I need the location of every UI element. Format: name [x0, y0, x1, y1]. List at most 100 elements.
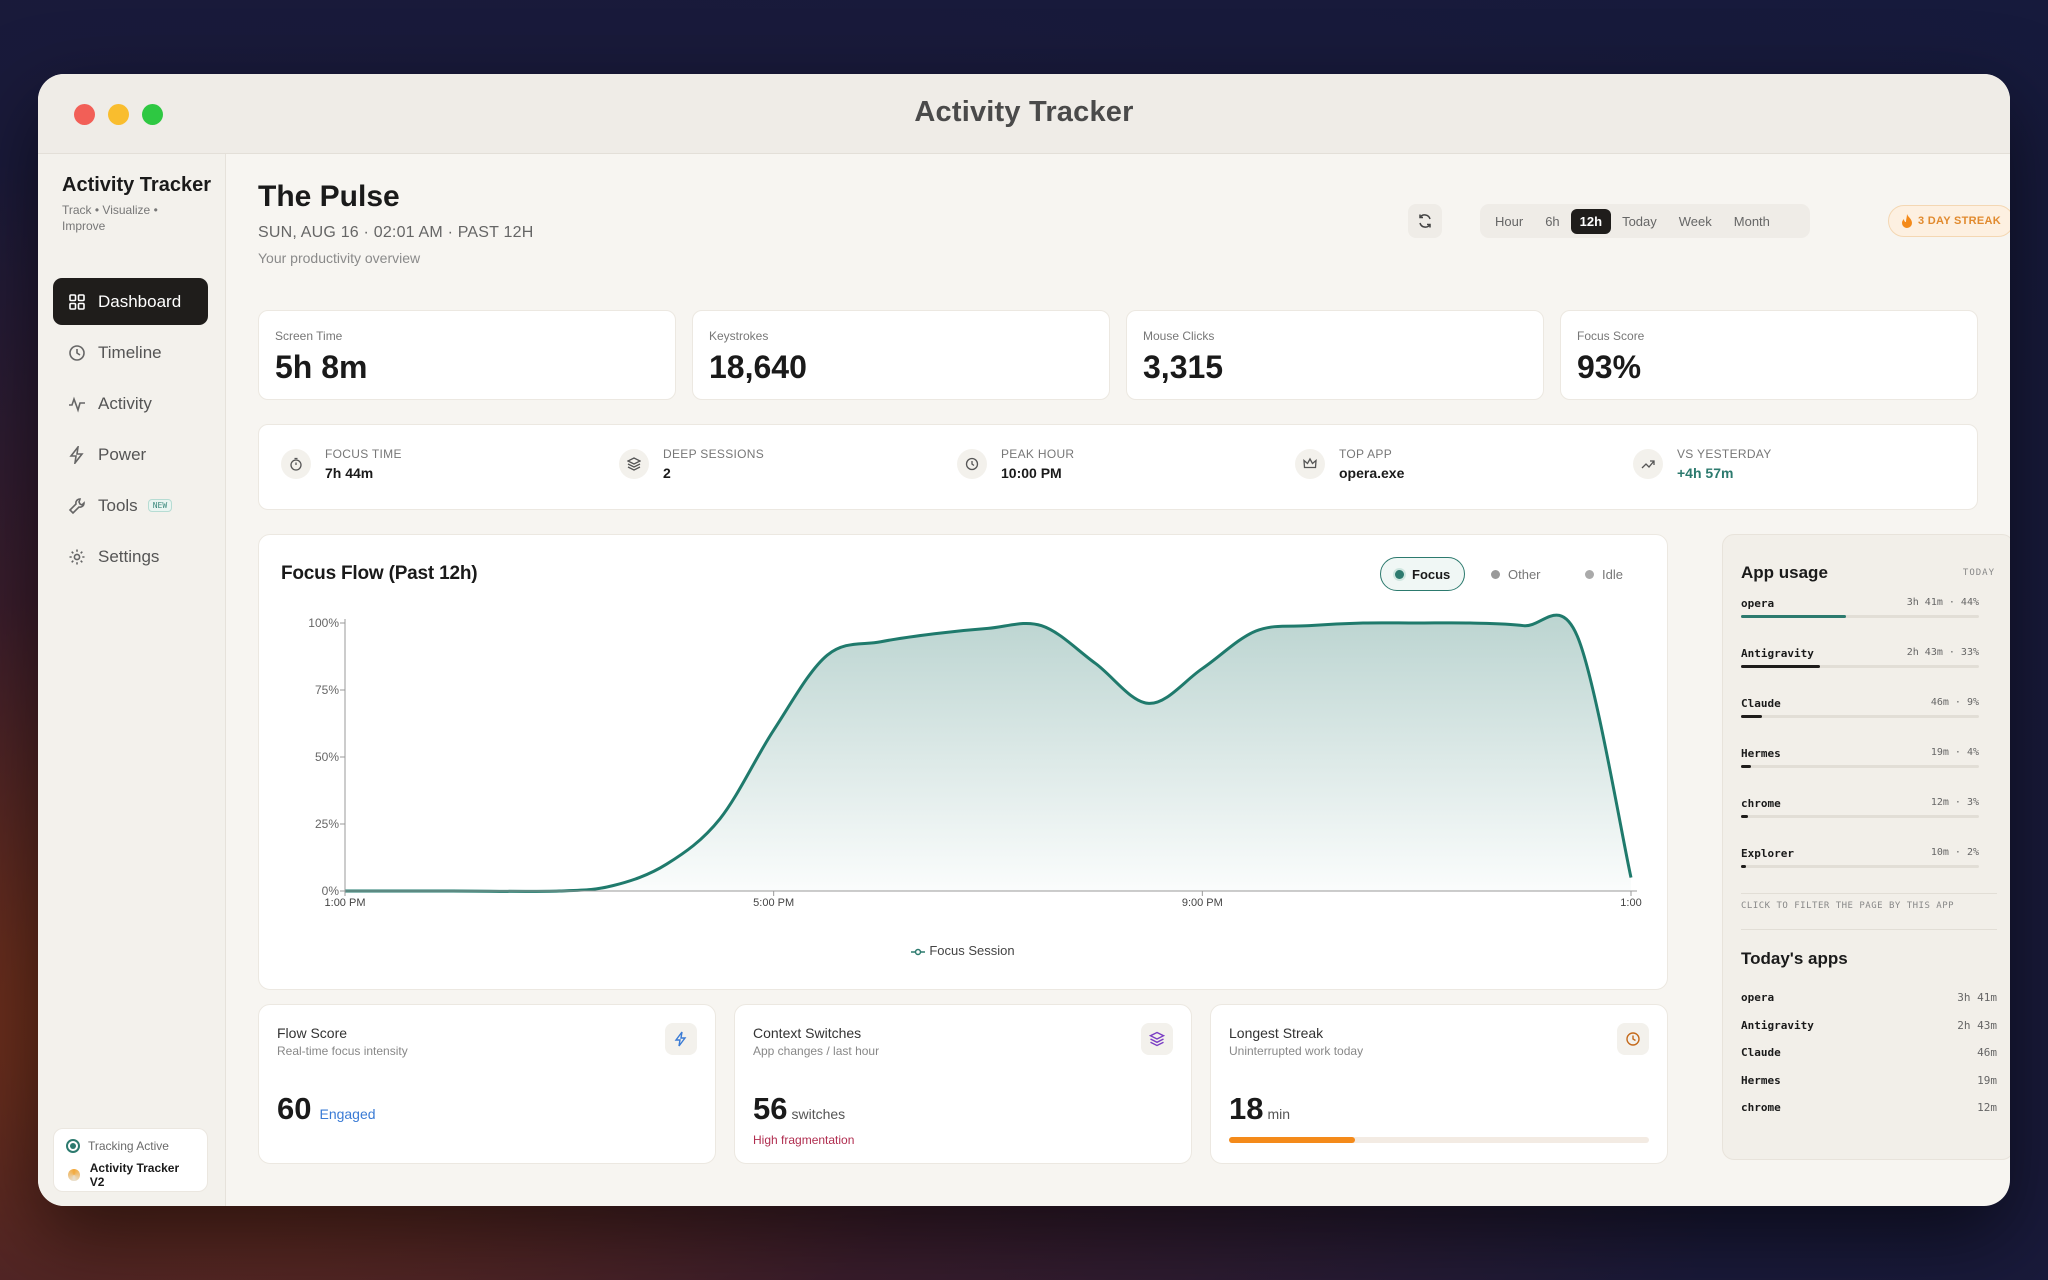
- layers-icon: [1141, 1023, 1173, 1055]
- app-usage-row[interactable]: Claude 46m · 9%: [1741, 697, 1979, 718]
- longest-streak-value: 18: [1229, 1091, 1264, 1126]
- refresh-button[interactable]: [1408, 204, 1442, 238]
- app-usage-row[interactable]: chrome 12m · 3%: [1741, 797, 1979, 818]
- app-time-share: 46m · 9%: [1930, 697, 1979, 708]
- streak-progress-track: [1229, 1137, 1649, 1143]
- range-6h-button[interactable]: 6h: [1534, 209, 1570, 234]
- grid-icon: [69, 293, 85, 310]
- sidebar-item-label: Activity: [98, 393, 152, 413]
- app-usage-row[interactable]: Antigravity 2h 43m · 33%: [1741, 647, 1979, 668]
- tracking-indicator-icon: [66, 1139, 80, 1153]
- range-12h-button[interactable]: 12h: [1570, 208, 1612, 234]
- pulse-icon: [69, 396, 85, 413]
- app-usage-hint: CLICK TO FILTER THE PAGE BY THIS APP: [1741, 901, 1955, 911]
- streak-progress-fill: [1229, 1137, 1355, 1143]
- x-tick-label: 1:00: [1620, 897, 1641, 909]
- streak-label: 3 DAY STREAK: [1917, 215, 2002, 227]
- app-name: Antigravity: [1741, 1018, 1814, 1032]
- app-time: 46m: [1977, 1046, 1997, 1059]
- summary-peak-hour: PEAK HOUR 10:00 PM: [957, 447, 1074, 481]
- todays-app-row[interactable]: Claude 46m: [1741, 1046, 1997, 1059]
- summary-label: VS YESTERDAY: [1677, 447, 1772, 461]
- flow-score-card: Flow Score Real-time focus intensity 60 E…: [258, 1004, 716, 1164]
- todays-app-row[interactable]: opera 3h 41m: [1741, 991, 1997, 1004]
- focus-flow-chart: 0% 25% 50% 75% 100% 1:00 PM 5:00 PM 9:00 PM 1:00: [308, 613, 1642, 909]
- sidebar-item-dashboard[interactable]: Dashboard: [53, 278, 208, 325]
- app-time-share: 10m · 2%: [1930, 847, 1979, 858]
- summary-value: 7h 44m: [325, 465, 374, 481]
- sidebar-item-label: Timeline: [98, 342, 162, 362]
- range-hour-button[interactable]: Hour: [1484, 209, 1534, 234]
- sidebar-item-tools[interactable]: Tools NEW: [53, 482, 208, 529]
- app-version: Activity Tracker V2: [89, 1161, 180, 1189]
- stat-label: Focus Score: [1577, 329, 1645, 343]
- clock-icon: [69, 344, 85, 361]
- sidebar-item-settings[interactable]: Settings: [53, 533, 208, 580]
- app-usage-bar-track: [1741, 665, 1979, 668]
- sidebar-item-power[interactable]: Power: [53, 431, 208, 478]
- y-tick-label: 75%: [315, 683, 339, 697]
- new-badge: NEW: [147, 499, 173, 512]
- stat-label: Keystrokes: [709, 329, 769, 343]
- page-date: SUN, AUG 16 · 02:01 AM · PAST 12H: [258, 224, 534, 241]
- app-time-share: 12m · 3%: [1930, 797, 1979, 808]
- series-name: Focus Session: [929, 943, 1015, 958]
- flow-score-tag: Engaged: [319, 1106, 376, 1122]
- range-month-button[interactable]: Month: [1723, 209, 1781, 234]
- app-usage-bar-track: [1741, 765, 1979, 768]
- app-usage-row[interactable]: Explorer 10m · 2%: [1741, 847, 1979, 868]
- metric-subtitle: Real-time focus intensity: [277, 1044, 408, 1058]
- tracking-status-card[interactable]: Tracking Active Activity Tracker V2: [53, 1128, 208, 1192]
- sidebar-item-timeline[interactable]: Timeline: [53, 329, 208, 376]
- app-usage-bar-track: [1741, 865, 1979, 868]
- app-usage-bar-track: [1741, 615, 1979, 618]
- app-usage-bar-fill: [1741, 715, 1763, 718]
- app-usage-bar-fill: [1741, 865, 1746, 868]
- stat-card-screen-time: Screen Time 5h 8m: [258, 310, 676, 400]
- summary-bar: FOCUS TIME 7h 44m DEEP SESSIONS 2 PEAK HOU…: [258, 424, 1978, 510]
- context-switches-card: Context Switches App changes / last hour…: [734, 1004, 1192, 1164]
- bolt-icon: [69, 445, 84, 464]
- gear-icon: [69, 549, 85, 564]
- metric-subtitle: Uninterrupted work today: [1229, 1044, 1364, 1058]
- summary-value: 2: [663, 465, 671, 481]
- y-tick-label: 50%: [315, 750, 339, 764]
- summary-vs-yesterday: VS YESTERDAY +4h 57m: [1633, 447, 1772, 481]
- chart-bottom-legend: Focus Session: [259, 943, 1667, 958]
- todays-app-row[interactable]: Hermes 19m: [1741, 1074, 1997, 1087]
- longest-streak-card: Longest Streak Uninterrupted work today …: [1210, 1004, 1668, 1164]
- app-usage-bar-fill: [1741, 665, 1820, 668]
- sidebar-item-label: Tools: [98, 495, 138, 515]
- app-window: Activity Tracker Activity Tracker Track …: [38, 74, 2010, 1206]
- y-tick-label: 25%: [315, 817, 339, 831]
- crown-icon: [1295, 449, 1325, 479]
- todays-apps-title: Today's apps: [1741, 949, 1848, 968]
- flame-icon: [1901, 214, 1912, 228]
- sidebar-item-label: Settings: [98, 546, 160, 566]
- app-name: chrome: [1741, 1101, 1781, 1114]
- metric-subtitle: App changes / last hour: [753, 1044, 880, 1058]
- page-title: The Pulse: [258, 180, 400, 213]
- series-marker-icon: [911, 948, 926, 955]
- app-usage-row[interactable]: Hermes 19m · 4%: [1741, 747, 1979, 768]
- metric-title: Context Switches: [753, 1025, 862, 1041]
- stat-value: 3,315: [1143, 349, 1224, 385]
- refresh-icon: [1419, 214, 1431, 228]
- sidebar: Activity Tracker Track • Visualize • Imp…: [38, 154, 226, 1206]
- todays-app-row[interactable]: chrome 12m: [1741, 1101, 1997, 1114]
- range-week-button[interactable]: Week: [1668, 209, 1723, 234]
- divider: [1741, 893, 1997, 894]
- todays-app-row[interactable]: Antigravity 2h 43m: [1741, 1019, 1997, 1032]
- summary-value: +4h 57m: [1677, 465, 1734, 481]
- metric-title: Flow Score: [277, 1025, 348, 1041]
- stat-card-mouse-clicks: Mouse Clicks 3,315: [1126, 310, 1544, 400]
- tracking-status: Tracking Active: [88, 1139, 169, 1153]
- sidebar-item-activity[interactable]: Activity: [53, 380, 208, 427]
- app-name: Hermes: [1741, 1073, 1781, 1087]
- y-tick-label: 0%: [322, 884, 340, 898]
- streak-badge: 3 DAY STREAK: [1888, 205, 2010, 237]
- app-usage-row[interactable]: opera 3h 41m · 44%: [1741, 597, 1979, 618]
- range-today-button[interactable]: Today: [1611, 209, 1668, 234]
- app-logo-icon: [68, 1169, 80, 1181]
- timer-icon: [281, 449, 311, 479]
